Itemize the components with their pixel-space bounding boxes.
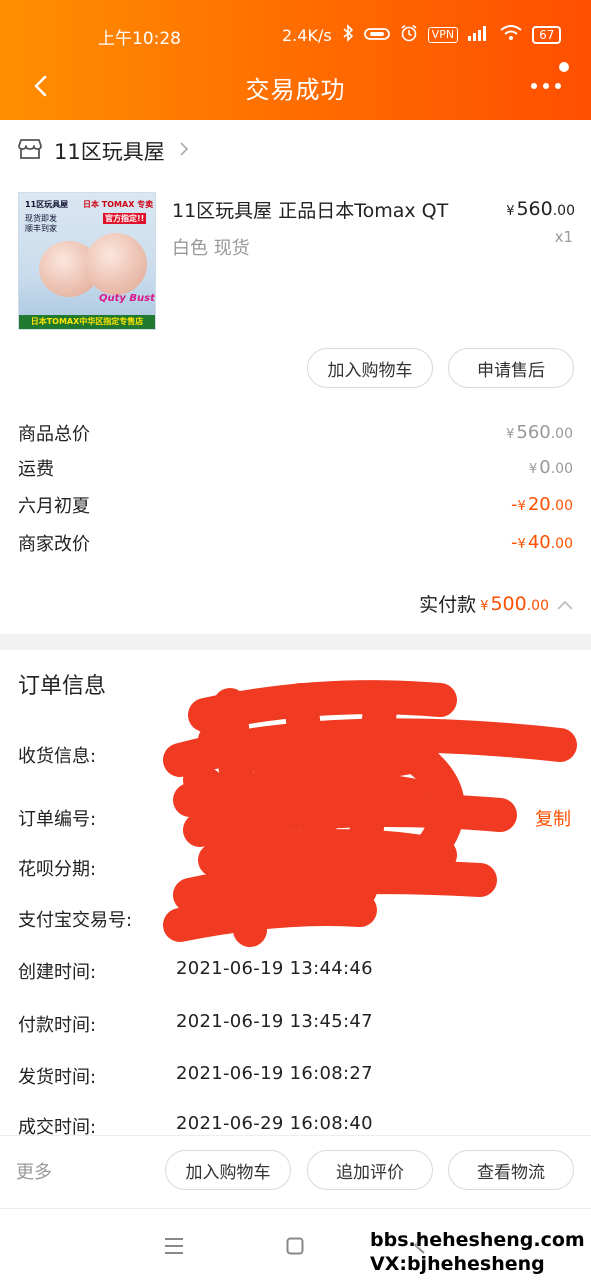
redaction-scribble [163,680,577,947]
bottom-add-to-cart-button[interactable]: 加入购物车 [165,1150,291,1190]
home-icon[interactable] [286,1237,304,1259]
watermark: bbs.hehesheng.com VX:bjhehesheng [370,1229,585,1275]
more-link[interactable]: 更多 [16,1158,52,1184]
menu-icon[interactable] [164,1237,184,1259]
add-review-button[interactable]: 追加评价 [307,1150,433,1190]
view-logistics-button[interactable]: 查看物流 [448,1150,574,1190]
